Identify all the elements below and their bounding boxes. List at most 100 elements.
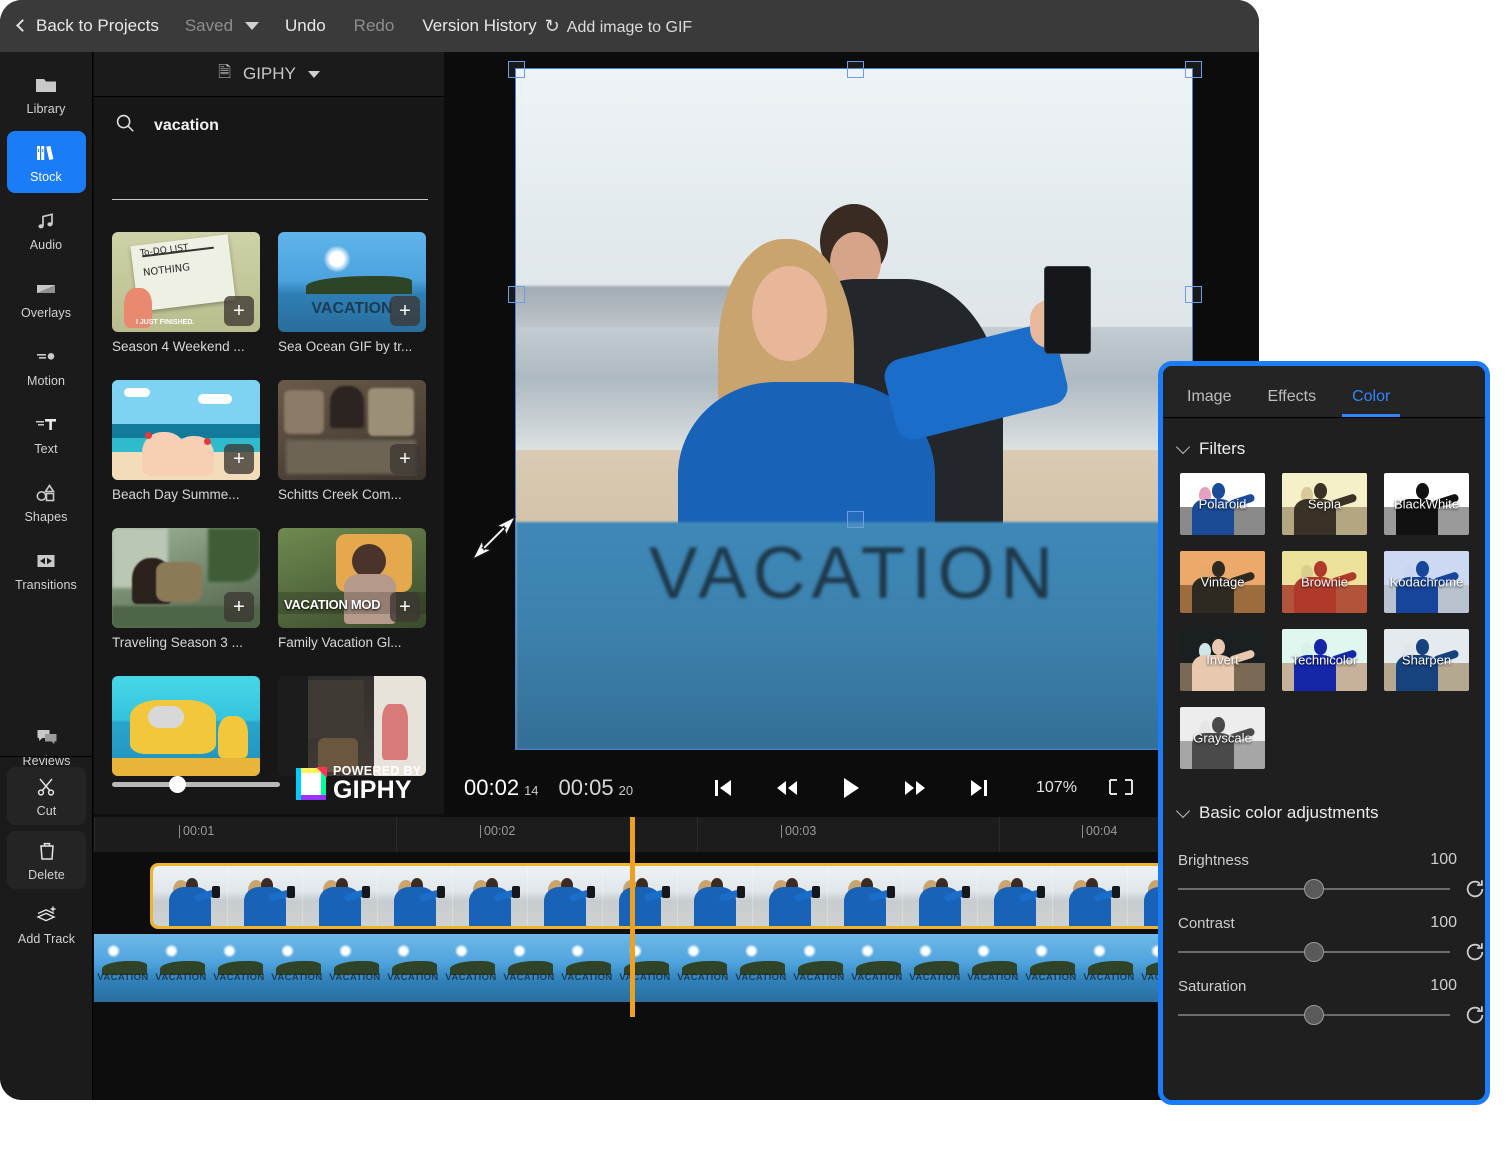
current-timecode[interactable]: 00:02 14 bbox=[464, 775, 539, 801]
adjustment-slider[interactable] bbox=[1178, 951, 1450, 953]
preview-stage[interactable]: VACATION bbox=[445, 52, 1259, 759]
stock-result-item[interactable]: + Traveling Season 3 ... bbox=[112, 528, 260, 650]
stock-result-item[interactable]: VACATION MOD + Family Vacation Gl... bbox=[278, 528, 426, 650]
search-input[interactable]: vacation bbox=[154, 117, 219, 135]
reset-icon[interactable] bbox=[1464, 878, 1485, 900]
version-history-button[interactable]: Version History ↻ bbox=[422, 0, 559, 52]
undo-button[interactable]: Undo bbox=[285, 0, 326, 52]
overlay-clip-text: VACATION bbox=[964, 972, 1022, 983]
sidebar-item-shapes[interactable]: Shapes bbox=[7, 471, 86, 533]
chevron-down-icon[interactable] bbox=[245, 22, 259, 30]
stock-thumbnail[interactable] bbox=[112, 676, 260, 776]
slider-knob[interactable] bbox=[1304, 879, 1324, 899]
filter-technicolor[interactable]: Technicolor bbox=[1282, 629, 1367, 691]
provider-selector[interactable]: 🗎 GIPHY bbox=[94, 52, 444, 97]
stock-result-item[interactable]: To-DO LIST NOTHING I JUST FINISHED. + Se… bbox=[112, 232, 260, 354]
filter-vintage[interactable]: Vintage bbox=[1180, 551, 1265, 613]
add-track-button[interactable]: Add Track bbox=[7, 895, 86, 953]
adjustment-saturation: Saturation100 bbox=[1163, 977, 1485, 1026]
rewind-icon[interactable] bbox=[775, 778, 799, 798]
add-gif-button[interactable]: + bbox=[390, 592, 420, 622]
stock-search-row[interactable]: vacation bbox=[94, 97, 444, 154]
adjustment-slider[interactable] bbox=[1178, 888, 1450, 890]
skip-to-start-icon[interactable] bbox=[713, 777, 733, 799]
stock-thumbnail[interactable]: + bbox=[278, 380, 426, 480]
stock-thumbnail[interactable] bbox=[278, 676, 426, 776]
slider-knob[interactable] bbox=[1304, 942, 1324, 962]
sidebar-item-audio[interactable]: Audio bbox=[7, 199, 86, 261]
slider-knob[interactable] bbox=[1304, 1005, 1324, 1025]
filter-invert[interactable]: Invert bbox=[1180, 629, 1265, 691]
overlay-clip-text: VACATION bbox=[790, 972, 848, 983]
slider-knob[interactable] bbox=[169, 776, 186, 793]
stock-thumbnail[interactable]: + bbox=[112, 380, 260, 480]
skip-to-end-icon[interactable] bbox=[969, 777, 989, 799]
current-time: 00:02 bbox=[464, 775, 519, 801]
overlay-clip-text: VACATION bbox=[558, 972, 616, 983]
timeline-ruler[interactable]: 00:01 00:02 00:03 00:04 bbox=[94, 817, 1259, 852]
reset-icon[interactable] bbox=[1464, 1004, 1485, 1026]
fast-forward-icon[interactable] bbox=[903, 778, 927, 798]
filter-grayscale[interactable]: Grayscale bbox=[1180, 707, 1265, 769]
timeline-video-clip[interactable] bbox=[150, 863, 1259, 929]
stock-thumbnail[interactable]: To-DO LIST NOTHING I JUST FINISHED. + bbox=[112, 232, 260, 332]
filter-sepia[interactable]: Sepia bbox=[1282, 473, 1367, 535]
giphy-wordmark: GIPHY bbox=[333, 778, 421, 803]
thumbnail-size-slider[interactable] bbox=[112, 782, 280, 787]
chevron-down-icon[interactable] bbox=[1176, 440, 1190, 454]
add-gif-button[interactable]: + bbox=[390, 296, 420, 326]
add-gif-button[interactable]: + bbox=[224, 296, 254, 326]
sidebar-item-library[interactable]: Library bbox=[7, 63, 86, 125]
delete-button[interactable]: Delete bbox=[7, 831, 86, 889]
timeline-playhead[interactable] bbox=[630, 817, 635, 1017]
saved-status: Saved bbox=[185, 0, 233, 52]
overlay-filmstrip-frame: VACATION bbox=[1080, 934, 1138, 1002]
tab-effects[interactable]: Effects bbox=[1267, 388, 1316, 417]
text-icon bbox=[33, 413, 59, 437]
stock-result-item[interactable]: + Beach Day Summe... bbox=[112, 380, 260, 502]
tab-image[interactable]: Image bbox=[1187, 388, 1231, 417]
add-gif-button[interactable]: + bbox=[224, 444, 254, 474]
overlay-clip-text: VACATION bbox=[1080, 972, 1138, 983]
play-icon[interactable] bbox=[841, 776, 861, 800]
adjustment-contrast: Contrast100 bbox=[1163, 914, 1485, 963]
ruler-tick: 00:01 bbox=[179, 824, 214, 838]
ruler-tick: 00:03 bbox=[781, 824, 816, 838]
stock-thumbnail[interactable]: VACATION + bbox=[278, 232, 426, 332]
current-frames: 14 bbox=[524, 783, 538, 798]
adjustments-section-header[interactable]: Basic color adjustments bbox=[1163, 769, 1485, 837]
chevron-down-icon[interactable] bbox=[1176, 804, 1190, 818]
sidebar-item-overlays[interactable]: Overlays bbox=[7, 267, 86, 329]
cut-button[interactable]: Cut bbox=[7, 767, 86, 825]
stock-thumbnail[interactable]: + bbox=[112, 528, 260, 628]
stock-thumbnail[interactable]: VACATION MOD + bbox=[278, 528, 426, 628]
timeline-overlay-clip[interactable]: VACATIONVACATIONVACATIONVACATIONVACATION… bbox=[94, 934, 1259, 1002]
sidebar-item-motion[interactable]: Motion bbox=[7, 335, 86, 397]
reset-icon[interactable] bbox=[1464, 941, 1485, 963]
sidebar-item-text[interactable]: Text bbox=[7, 403, 86, 465]
redo-button[interactable]: Redo bbox=[354, 0, 395, 52]
sidebar-label-stock: Stock bbox=[30, 170, 62, 184]
version-history-label: Version History bbox=[422, 16, 536, 36]
back-to-projects-button[interactable]: Back to Projects bbox=[18, 0, 159, 52]
zoom-level[interactable]: 107% bbox=[1036, 759, 1077, 817]
adjustment-slider[interactable] bbox=[1178, 1014, 1450, 1016]
stock-result-item[interactable]: + Schitts Creek Com... bbox=[278, 380, 426, 502]
sidebar-item-stock[interactable]: Stock bbox=[7, 131, 86, 193]
filter-kodachrome[interactable]: Kodachrome bbox=[1384, 551, 1469, 613]
filter-polaroid[interactable]: Polaroid bbox=[1180, 473, 1265, 535]
tab-color[interactable]: Color bbox=[1352, 388, 1390, 417]
add-gif-button[interactable]: + bbox=[390, 444, 420, 474]
filters-section-header[interactable]: Filters bbox=[1163, 419, 1485, 473]
add-gif-button[interactable]: + bbox=[224, 592, 254, 622]
chevron-down-icon[interactable] bbox=[308, 71, 320, 78]
preview-canvas[interactable]: VACATION bbox=[515, 68, 1193, 750]
fullscreen-icon[interactable] bbox=[1108, 759, 1134, 817]
sidebar-item-transitions[interactable]: Transitions bbox=[7, 539, 86, 601]
filter-brownie[interactable]: Brownie bbox=[1282, 551, 1367, 613]
stock-result-item[interactable]: VACATION + Sea Ocean GIF by tr... bbox=[278, 232, 426, 354]
filter-blackwhite[interactable]: BlackWhite bbox=[1384, 473, 1469, 535]
timeline[interactable]: 00:01 00:02 00:03 00:04 VACATION VACATION… bbox=[94, 817, 1259, 1100]
filter-sharpen[interactable]: Sharpen bbox=[1384, 629, 1469, 691]
inspector-panel: Image Effects Color Filters Polaroid Sepi… bbox=[1158, 361, 1490, 1105]
